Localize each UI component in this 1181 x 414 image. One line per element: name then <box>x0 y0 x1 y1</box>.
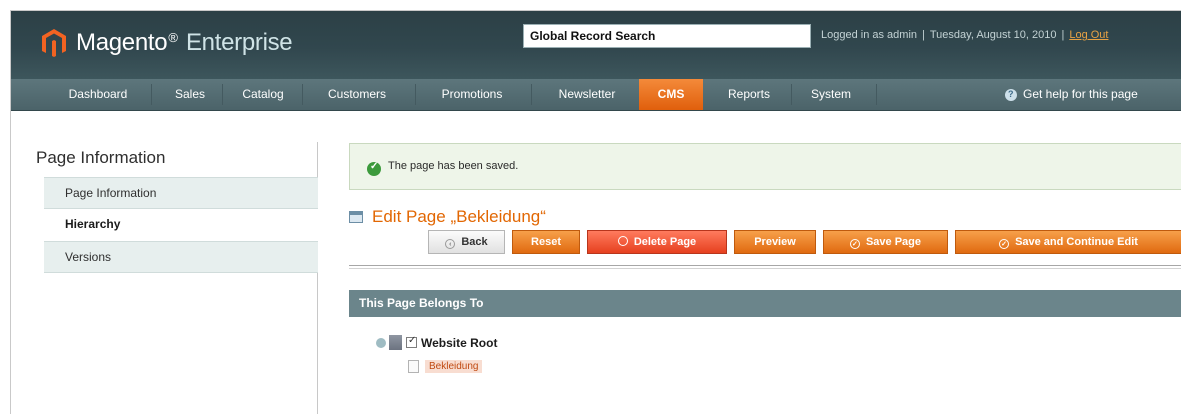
header: Magento® Enterprise Global Record Search… <box>11 11 1181 79</box>
back-arrow-icon: ‹ <box>445 239 456 249</box>
success-message: The page has been saved. <box>349 143 1181 190</box>
success-icon <box>367 161 381 176</box>
reset-button[interactable]: Reset <box>512 230 580 254</box>
separator: | <box>1061 29 1065 41</box>
help-label: Get help for this page <box>1023 87 1138 101</box>
nav-separator <box>876 84 877 105</box>
nav-reports[interactable]: Reports <box>711 79 787 110</box>
success-text: The page has been saved. <box>388 160 519 172</box>
logo-mark: ® <box>168 30 178 45</box>
logo[interactable]: Magento® Enterprise <box>41 28 293 58</box>
admin-window: Magento® Enterprise Global Record Search… <box>10 10 1181 414</box>
page-heading: Edit Page „Bekleidung“ <box>349 207 546 227</box>
fieldset-header: This Page Belongs To <box>349 290 1181 317</box>
nav-separator <box>531 84 532 105</box>
delete-label: Delete Page <box>633 236 697 248</box>
nav-separator <box>415 84 416 105</box>
nav-separator <box>151 84 152 105</box>
separator: | <box>922 29 925 41</box>
divider <box>349 265 1181 266</box>
tree-root-label: Website Root <box>421 335 498 350</box>
tab-versions[interactable]: Versions <box>44 241 318 273</box>
preview-button[interactable]: Preview <box>734 230 816 254</box>
root-checkbox[interactable] <box>406 335 417 348</box>
help-link[interactable]: Get help for this page <box>1005 79 1138 110</box>
nav-newsletter[interactable]: Newsletter <box>541 79 633 110</box>
nav-separator <box>222 84 223 105</box>
folder-icon <box>389 335 402 350</box>
magento-logo-icon <box>42 29 66 57</box>
nav-dashboard[interactable]: Dashboard <box>53 79 143 110</box>
help-icon <box>1005 79 1017 110</box>
nav-sales[interactable]: Sales <box>161 79 219 110</box>
logo-text: Magento® Enterprise <box>76 29 293 57</box>
delete-page-button[interactable]: Delete Page <box>587 230 727 254</box>
save-continue-label: Save and Continue Edit <box>1015 236 1138 248</box>
back-button[interactable]: ‹ Back <box>428 230 505 254</box>
nav-promotions[interactable]: Promotions <box>425 79 519 110</box>
tree-child-node[interactable]: Bekleidung <box>408 360 483 373</box>
save-page-button[interactable]: ✓ Save Page <box>823 230 948 254</box>
nav-cms[interactable]: CMS <box>639 79 703 110</box>
back-label: Back <box>461 236 488 248</box>
save-label: Save Page <box>865 236 922 248</box>
logo-product: Enterprise <box>185 29 293 56</box>
tree-child-label[interactable]: Bekleidung <box>425 360 483 373</box>
tree-root-node[interactable]: Website Root <box>376 335 497 350</box>
delete-icon <box>617 236 628 246</box>
logout-link[interactable]: Log Out <box>1069 29 1108 41</box>
nav-customers[interactable]: Customers <box>312 79 402 110</box>
main-nav: Dashboard Sales Catalog Customers Promot… <box>11 79 1181 111</box>
global-search-input[interactable]: Global Record Search <box>523 24 811 48</box>
nav-separator <box>302 84 303 105</box>
nav-separator <box>791 84 792 105</box>
page-edit-icon <box>349 211 363 223</box>
page-title: Edit Page „Bekleidung“ <box>372 207 546 226</box>
page-icon <box>408 360 419 373</box>
tab-page-information[interactable]: Page Information <box>44 177 318 209</box>
tab-hierarchy[interactable]: Hierarchy <box>44 209 318 241</box>
nav-catalog[interactable]: Catalog <box>233 79 293 110</box>
date-text: Tuesday, August 10, 2010 <box>929 29 1057 41</box>
sidebar: Page Information Page Information Hierar… <box>11 111 321 414</box>
tree-expand-icon[interactable] <box>376 337 386 348</box>
divider <box>349 268 1181 269</box>
nav-system[interactable]: System <box>801 79 861 110</box>
sidebar-title: Page Information <box>36 148 166 167</box>
user-info: Logged in as admin | Tuesday, August 10, 2… <box>821 29 1108 41</box>
logged-in-text: Logged in as admin <box>821 29 918 41</box>
save-and-continue-button[interactable]: ✓ Save and Continue Edit <box>955 230 1181 254</box>
save-continue-icon: ✓ <box>999 239 1010 249</box>
save-icon: ✓ <box>849 239 860 249</box>
logo-brand: Magento <box>76 29 168 56</box>
